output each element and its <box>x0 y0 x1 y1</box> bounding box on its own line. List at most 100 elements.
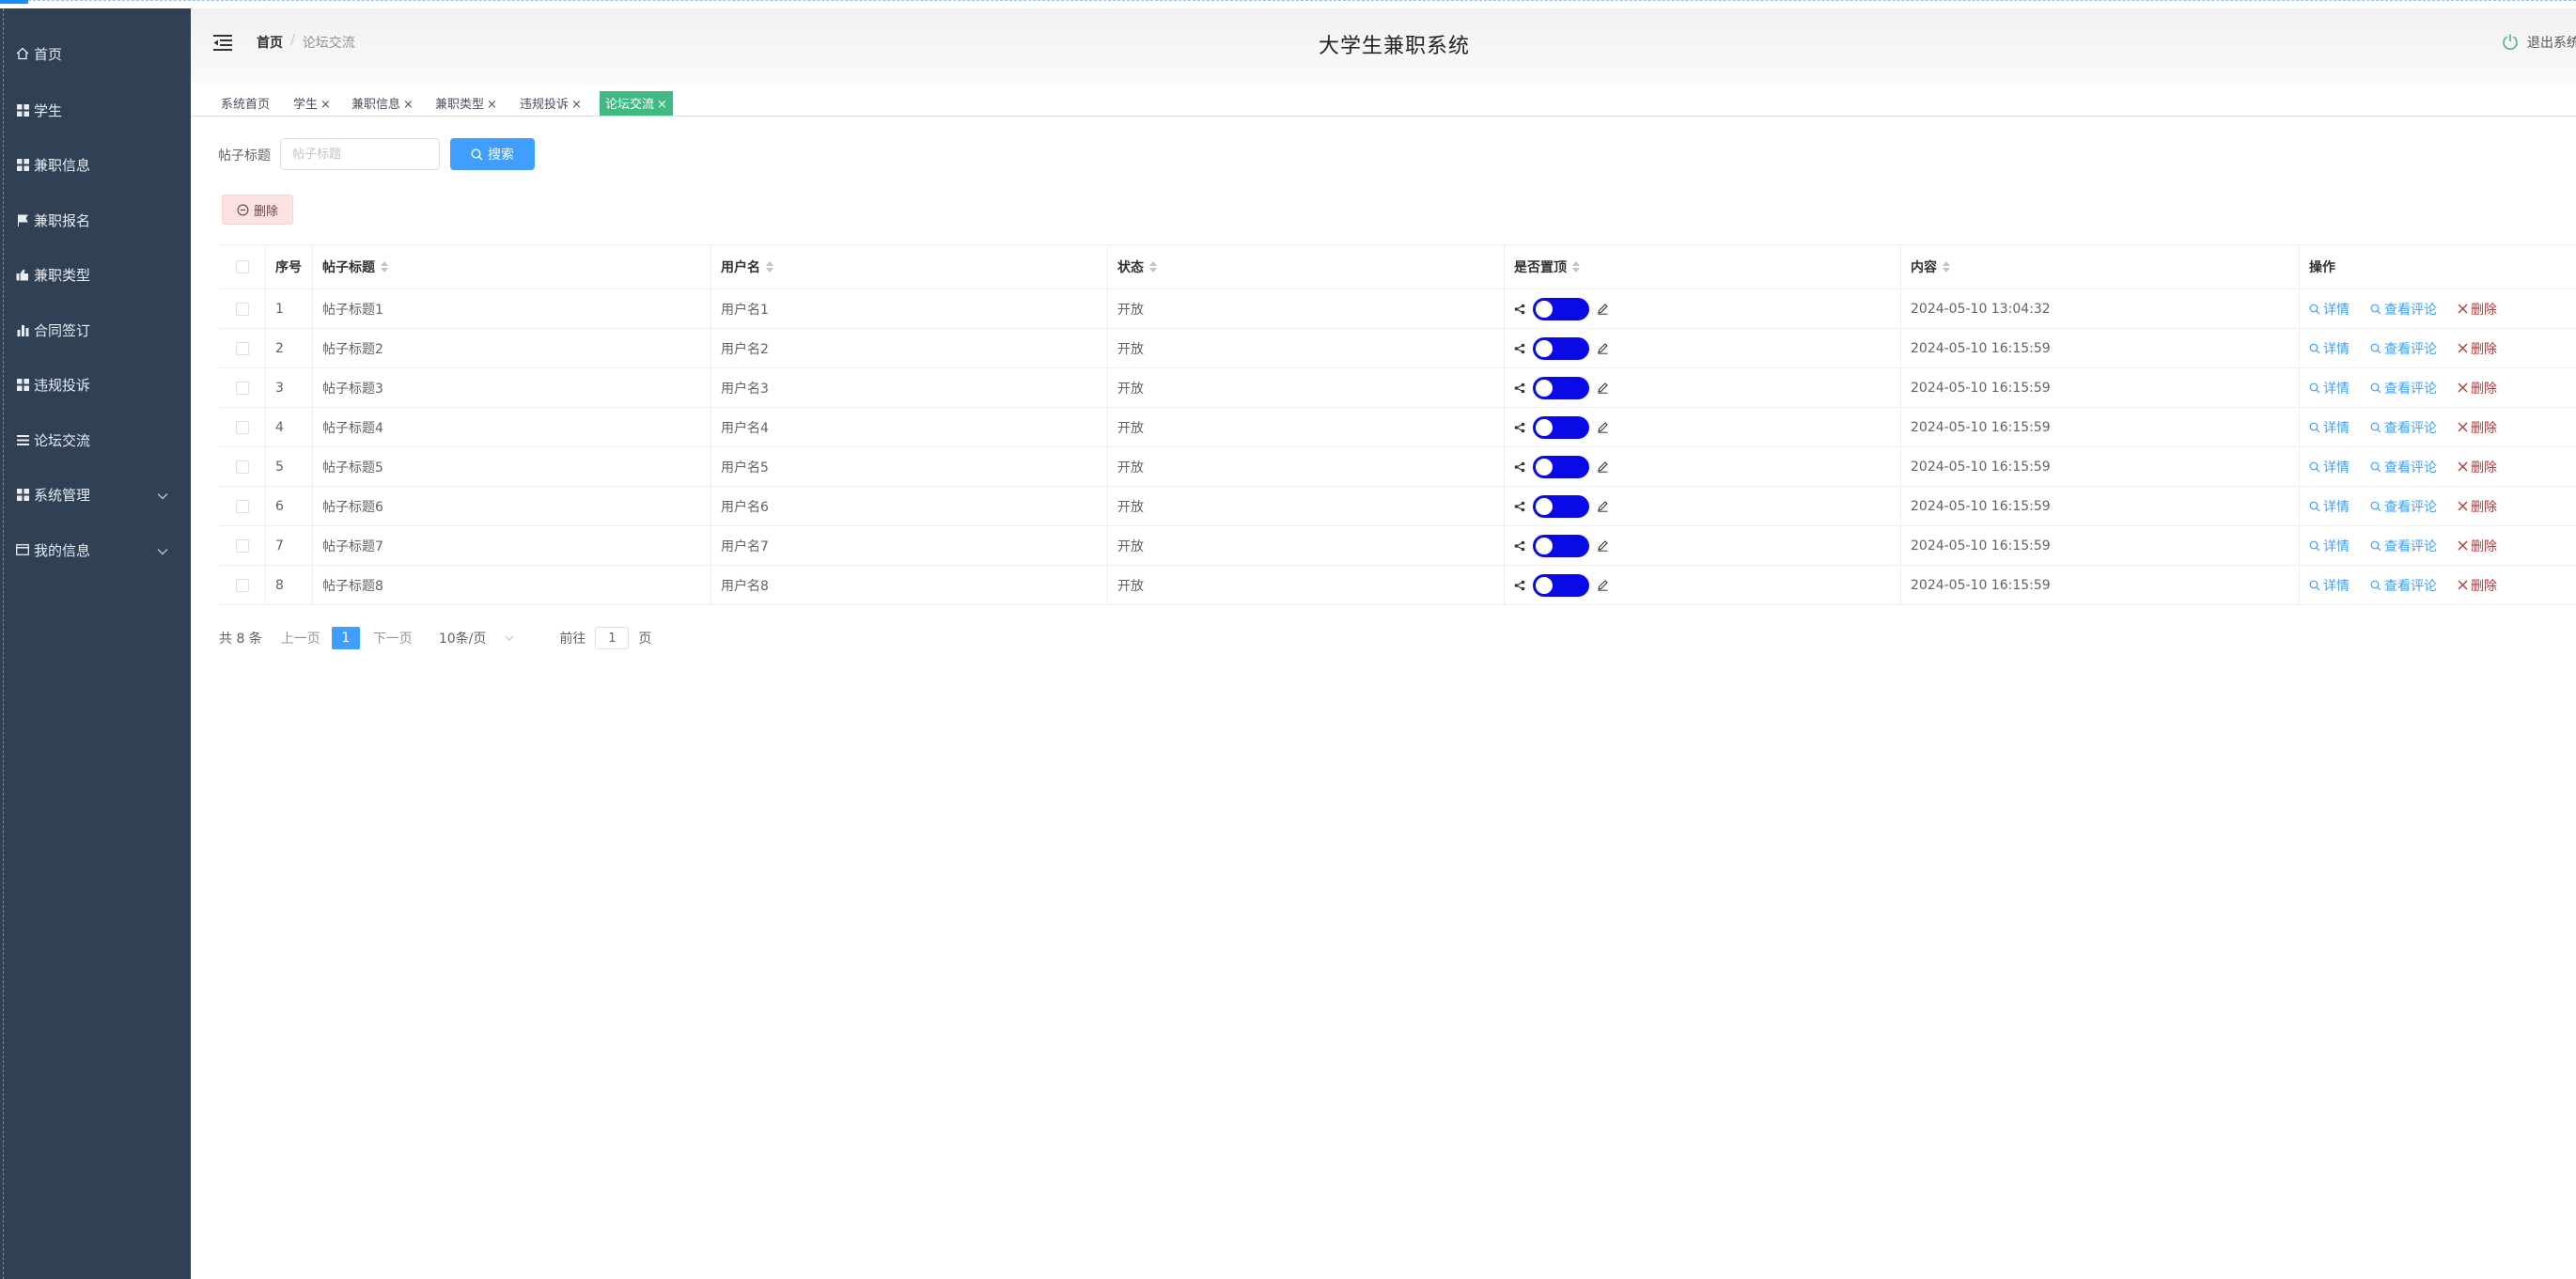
top-toggle-switch[interactable] <box>1533 455 1589 478</box>
delete-button[interactable]: 删除 <box>2458 576 2497 595</box>
delete-button[interactable]: 删除 <box>2458 339 2497 358</box>
tag-forum[interactable]: 论坛交流 × <box>600 91 673 116</box>
delete-button[interactable]: 删除 <box>2458 418 2497 437</box>
select-all-checkbox[interactable] <box>236 260 249 273</box>
sort-icon[interactable] <box>1943 261 1950 273</box>
search-input[interactable] <box>280 138 440 170</box>
pager-goto-input[interactable] <box>595 627 630 649</box>
close-icon[interactable]: × <box>657 98 667 112</box>
delete-button[interactable]: 删除 <box>2458 537 2497 555</box>
share-icon[interactable] <box>1514 343 1525 354</box>
delete-button[interactable]: 删除 <box>2458 458 2497 476</box>
close-icon[interactable]: × <box>403 98 414 112</box>
sort-icon[interactable] <box>381 261 388 273</box>
page-size-select[interactable]: 10条/页 <box>439 629 515 647</box>
header-username[interactable]: 用户名 <box>711 245 1108 289</box>
view-comments-button[interactable]: 查看评论 <box>2370 497 2437 516</box>
edit-icon[interactable] <box>1597 460 1609 473</box>
pager-prev-button[interactable]: 上一页 <box>281 629 320 647</box>
tag-students[interactable]: 学生 × <box>288 91 336 116</box>
edit-icon[interactable] <box>1597 539 1609 552</box>
sidebar-item-job-signup[interactable]: 兼职报名 <box>0 201 191 239</box>
close-icon[interactable]: × <box>487 98 497 112</box>
share-icon[interactable] <box>1514 422 1525 433</box>
row-checkbox[interactable] <box>236 381 249 395</box>
top-toggle-switch[interactable] <box>1533 494 1589 518</box>
row-checkbox[interactable] <box>236 578 249 592</box>
row-checkbox[interactable] <box>236 499 249 513</box>
pager-next-button[interactable]: 下一页 <box>373 629 413 647</box>
detail-button[interactable]: 详情 <box>2309 497 2350 516</box>
top-toggle-switch[interactable] <box>1533 415 1589 439</box>
view-comments-button[interactable]: 查看评论 <box>2370 458 2437 476</box>
row-checkbox[interactable] <box>236 420 249 434</box>
menu-collapse-icon[interactable] <box>211 31 234 54</box>
edit-icon[interactable] <box>1597 500 1609 512</box>
row-checkbox[interactable] <box>236 341 249 355</box>
row-checkbox[interactable] <box>236 302 249 316</box>
edit-icon[interactable] <box>1597 421 1609 433</box>
tag-home[interactable]: 系统首页 <box>215 91 275 116</box>
tag-complaints[interactable]: 违规投诉 × <box>514 91 587 116</box>
edit-icon[interactable] <box>1597 382 1609 394</box>
view-comments-button[interactable]: 查看评论 <box>2370 379 2437 398</box>
pager-current-page[interactable]: 1 <box>331 627 360 649</box>
detail-button[interactable]: 详情 <box>2309 379 2350 398</box>
search-button[interactable]: 搜索 <box>450 138 535 170</box>
breadcrumb-home[interactable]: 首页 <box>257 33 283 52</box>
header-status[interactable]: 状态 <box>1108 245 1505 289</box>
row-checkbox[interactable] <box>236 460 249 474</box>
sidebar-item-job-info[interactable]: 兼职信息 <box>0 146 191 183</box>
view-comments-button[interactable]: 查看评论 <box>2370 576 2437 595</box>
top-toggle-switch[interactable] <box>1533 534 1589 557</box>
share-icon[interactable] <box>1514 382 1525 394</box>
detail-button[interactable]: 详情 <box>2309 458 2350 476</box>
header-title[interactable]: 帖子标题 <box>313 245 711 289</box>
sidebar-item-contract[interactable]: 合同签订 <box>0 311 191 349</box>
close-icon[interactable]: × <box>571 98 582 112</box>
top-toggle-switch[interactable] <box>1533 573 1589 597</box>
detail-button[interactable]: 详情 <box>2309 537 2350 555</box>
share-icon[interactable] <box>1514 540 1525 552</box>
logout-button[interactable]: 退出系统 <box>2501 33 2576 52</box>
sidebar-item-students[interactable]: 学生 <box>0 91 191 129</box>
edit-icon[interactable] <box>1597 342 1609 354</box>
header-content[interactable]: 内容 <box>1901 245 2300 289</box>
share-icon[interactable] <box>1514 501 1525 512</box>
edit-icon[interactable] <box>1597 579 1609 591</box>
edit-icon[interactable] <box>1597 303 1609 315</box>
sidebar-item-system[interactable]: 系统管理 <box>0 476 191 513</box>
view-comments-button[interactable]: 查看评论 <box>2370 537 2437 555</box>
share-icon[interactable] <box>1514 304 1525 315</box>
delete-button[interactable]: 删除 <box>2458 379 2497 398</box>
view-comments-button[interactable]: 查看评论 <box>2370 300 2437 319</box>
row-select-cell <box>219 368 266 407</box>
view-comments-button[interactable]: 查看评论 <box>2370 339 2437 358</box>
sort-icon[interactable] <box>766 261 773 273</box>
sidebar-item-job-type[interactable]: 兼职类型 <box>0 256 191 293</box>
tag-job-info[interactable]: 兼职信息 × <box>346 91 419 116</box>
top-toggle-switch[interactable] <box>1533 297 1589 320</box>
sort-icon[interactable] <box>1572 261 1580 273</box>
header-top[interactable]: 是否置顶 <box>1505 245 1901 289</box>
top-toggle-switch[interactable] <box>1533 376 1589 399</box>
batch-delete-button[interactable]: 删除 <box>222 195 293 225</box>
sidebar-item-home[interactable]: 首页 <box>0 35 191 72</box>
sidebar-item-forum[interactable]: 论坛交流 <box>0 421 191 459</box>
sidebar-item-complaints[interactable]: 违规投诉 <box>0 366 191 403</box>
close-icon[interactable]: × <box>320 98 331 112</box>
sort-icon[interactable] <box>1149 261 1157 273</box>
share-icon[interactable] <box>1514 461 1525 473</box>
row-checkbox[interactable] <box>236 538 249 553</box>
detail-button[interactable]: 详情 <box>2309 300 2350 319</box>
delete-button[interactable]: 删除 <box>2458 497 2497 516</box>
detail-button[interactable]: 详情 <box>2309 576 2350 595</box>
share-icon[interactable] <box>1514 580 1525 591</box>
tag-job-type[interactable]: 兼职类型 × <box>429 91 503 116</box>
detail-button[interactable]: 详情 <box>2309 418 2350 437</box>
detail-button[interactable]: 详情 <box>2309 339 2350 358</box>
top-toggle-switch[interactable] <box>1533 336 1589 360</box>
sidebar-item-my-info[interactable]: 我的信息 <box>0 531 191 569</box>
delete-button[interactable]: 删除 <box>2458 300 2497 319</box>
view-comments-button[interactable]: 查看评论 <box>2370 418 2437 437</box>
